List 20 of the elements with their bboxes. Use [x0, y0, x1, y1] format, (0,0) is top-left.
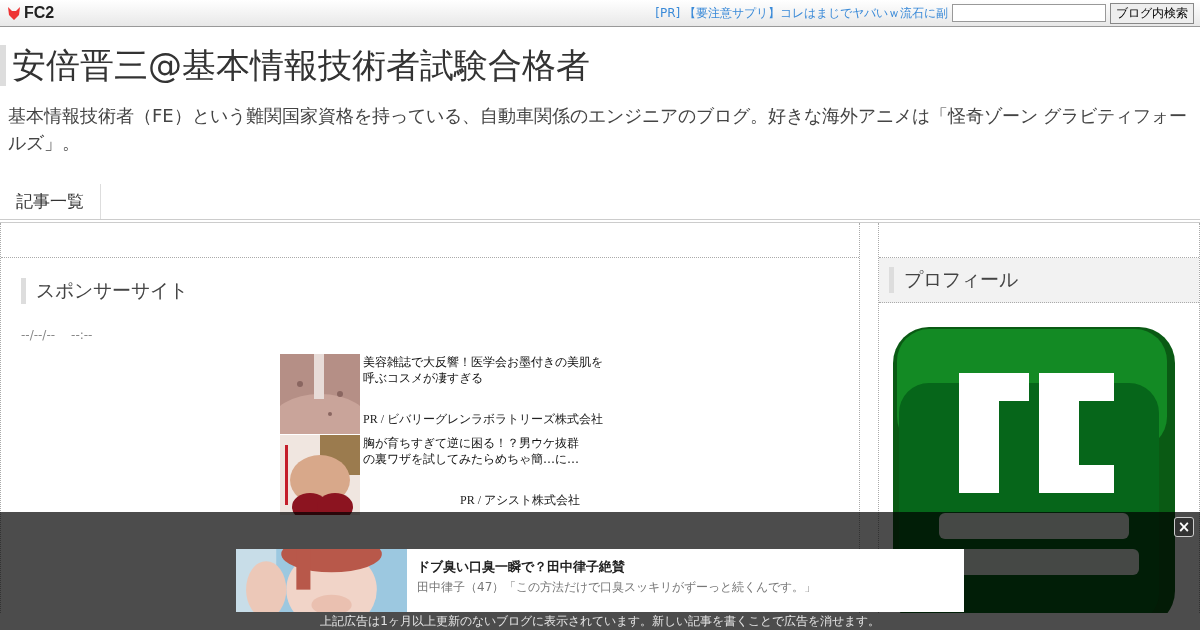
ad-sponsor: PR / アシスト株式会社	[459, 491, 580, 509]
ad-notice: 上記広告は1ヶ月以上更新のないブログに表示されています。新しい記事を書くことで広告を消せます。	[319, 613, 881, 630]
ad-link[interactable]: 胸が育ちすぎて逆に困る！？男ウケ抜群の裏ワザを試してみたらめちゃ簡…に…	[363, 434, 580, 468]
ad-link[interactable]: 美容雑誌で大反響！医学会お墨付きの美肌を呼ぶコスメが凄すぎる	[363, 353, 603, 387]
ad-card[interactable]: ドブ臭い口臭一瞬で？田中律子絶賛 田中律子（47）「この方法だけで口臭スッキリがずーっと続くんです。」	[236, 549, 964, 612]
section-heading: スポンサーサイト	[21, 277, 839, 304]
ad-subtitle: 田中律子（47）「この方法だけで口臭スッキリがずーっと続くんです。」	[417, 579, 817, 596]
sidebar-heading: プロフィール	[889, 266, 1189, 293]
blog-title[interactable]: 安倍晋三@基本情報技術者試験合格者	[0, 45, 1192, 86]
nav-tab[interactable]: 記事一覧	[0, 183, 101, 219]
post-time: --:--	[71, 327, 93, 342]
ad-sponsor: PR / ビバリーグレンラボラトリーズ株式会社	[363, 410, 603, 428]
search-field[interactable]	[952, 4, 1106, 22]
blog-description: 基本情報技術者（FE）という難関国家資格を持っている、自動車関係のエンジニアのブログ。好きな海外アニメは「怪奇ゾーン グラビティフォールズ」。	[8, 103, 1189, 155]
fc2-logo[interactable]: FC2	[6, 4, 55, 22]
post-date: --/--/--	[21, 327, 56, 342]
close-button[interactable]: ×	[1174, 517, 1194, 537]
fox-icon	[6, 5, 22, 21]
ad-title: ドブ臭い口臭一瞬で？田中律子絶賛	[417, 558, 626, 576]
search-button[interactable]: ブログ内検索	[1110, 2, 1194, 24]
